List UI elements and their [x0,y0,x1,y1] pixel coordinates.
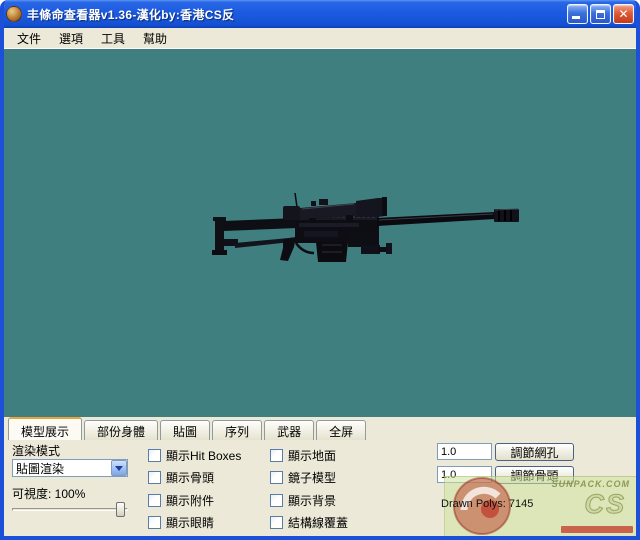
checkbox-row-hitboxes: 顯示Hit Boxes [148,447,241,464]
app-window: 丰條命查看器v1.36-漢化by:香港CS反 ✕ 文件 選項 工具 幫助 模型展… [0,0,640,540]
tab-texture[interactable]: 貼圖 [160,420,211,440]
app-icon [6,6,22,22]
tab-fullscreen[interactable]: 全屏 [316,420,367,440]
tab-sequence[interactable]: 序列 [212,420,263,440]
checkbox-row-attachments: 顯示附件 [148,492,214,509]
minimize-button[interactable] [567,4,588,24]
render-mode-label: 渲染模式 [12,444,61,458]
checkbox-row-wireframe-overlay: 結構線覆蓋 [270,514,348,531]
slider-track[interactable] [12,508,128,511]
window-controls: ✕ [567,4,634,24]
bone-scale-input[interactable] [437,466,492,483]
checkbox-label: 結構線覆蓋 [288,516,349,530]
checkbox-row-mirror: 鏡子模型 [270,469,336,486]
render-mode-select[interactable]: 貼圖渲染 [12,459,128,477]
maximize-icon [596,9,605,19]
chevron-down-icon[interactable] [111,460,127,476]
watermark-logo-text: CS [584,489,626,520]
menu-options[interactable]: 選項 [50,28,92,49]
checkbox-label: 顯示地面 [288,449,337,463]
menu-bar: 文件 選項 工具 幫助 [4,28,636,49]
checkbox-mirror[interactable] [270,471,283,484]
tab-weapon[interactable]: 武器 [264,420,315,440]
checkbox-background[interactable] [270,494,283,507]
checkbox-bones[interactable] [148,471,161,484]
minimize-icon [572,16,580,19]
opacity-label: 可視度: 100% [12,487,86,501]
checkbox-wireframe-overlay[interactable] [270,516,283,529]
checkbox-label: 鏡子模型 [288,471,337,485]
checkbox-label: 顯示附件 [166,494,215,508]
render-mode-value: 貼圖渲染 [16,461,65,476]
checkbox-label: 顯示Hit Boxes [166,449,242,463]
checkbox-row-bones: 顯示骨頭 [148,469,214,486]
watermark-red-strip [561,526,633,533]
mesh-scale-input[interactable] [437,443,492,460]
checkbox-label: 顯示背景 [288,494,337,508]
tab-bar: 模型展示 部份身體 貼圖 序列 武器 全屏 [4,417,636,440]
menu-tools[interactable]: 工具 [92,28,134,49]
close-button[interactable]: ✕ [613,4,634,24]
opacity-slider[interactable] [12,502,128,518]
close-icon: ✕ [618,7,629,21]
rifle-model [212,192,519,262]
adjust-bones-button[interactable]: 調節骨頭 [495,466,574,484]
checkbox-label: 顯示眼睛 [166,516,215,530]
tab-model-display[interactable]: 模型展示 [8,417,83,440]
checkbox-ground[interactable] [270,449,283,462]
tab-body-parts[interactable]: 部份身體 [84,420,159,440]
checkbox-row-background: 顯示背景 [270,492,336,509]
checkbox-label: 顯示骨頭 [166,471,215,485]
slider-thumb[interactable] [116,502,125,517]
checkbox-eyes[interactable] [148,516,161,529]
maximize-button[interactable] [590,4,611,24]
menu-file[interactable]: 文件 [8,28,50,49]
model-viewport[interactable] [4,49,636,417]
window-title: 丰條命查看器v1.36-漢化by:香港CS反 [27,7,235,22]
checkbox-hitboxes[interactable] [148,449,161,462]
checkbox-attachments[interactable] [148,494,161,507]
checkbox-row-eyes: 顯示眼睛 [148,514,214,531]
adjust-mesh-button[interactable]: 調節網孔 [495,443,574,461]
checkbox-row-ground: 顯示地面 [270,447,336,464]
drawn-polys-status: Drawn Polys: 7145 [441,498,534,510]
control-panel: 渲染模式 貼圖渲染 可視度: 100% 顯示Hit Boxes 顯示骨頭 顯示附… [4,440,636,536]
title-bar[interactable]: 丰條命查看器v1.36-漢化by:香港CS反 ✕ [4,0,636,28]
menu-help[interactable]: 幫助 [134,28,176,49]
